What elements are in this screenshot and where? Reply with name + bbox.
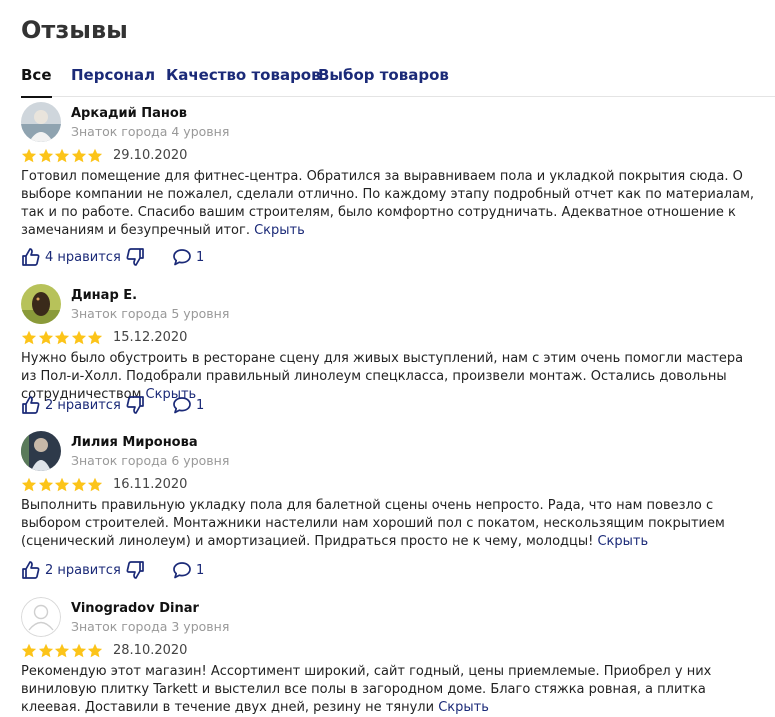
tab-all[interactable]: Все	[21, 66, 52, 98]
star-icon	[54, 643, 70, 659]
author-name[interactable]: Лилия Миронова	[71, 435, 198, 450]
author-level: Знаток города 4 уровня	[71, 124, 230, 139]
avatar[interactable]	[21, 102, 61, 142]
comment-icon	[173, 562, 191, 579]
thumbs-up-icon	[22, 396, 40, 414]
review-text: Рекомендую этот магазин! Ассортимент шир…	[21, 663, 761, 717]
comment-button[interactable]: 1	[172, 394, 204, 416]
likes-count: 4 нравится	[45, 249, 121, 265]
hide-link[interactable]: Скрыть	[597, 534, 648, 549]
dislike-button[interactable]	[125, 246, 145, 268]
comments-count: 1	[196, 562, 205, 578]
dislike-button[interactable]	[125, 559, 145, 581]
review-date: 29.10.2020	[113, 148, 188, 163]
author-level: Знаток города 6 уровня	[71, 453, 230, 468]
star-icon	[71, 330, 87, 346]
likes-count: 2 нравится	[45, 397, 121, 413]
star-icon	[54, 330, 70, 346]
star-icon	[38, 643, 54, 659]
tab-staff[interactable]: Персонал	[71, 66, 155, 84]
hide-link[interactable]: Скрыть	[254, 223, 305, 238]
star-icon	[38, 477, 54, 493]
review-text: Готовил помещение для фитнес-центра. Обр…	[21, 168, 761, 240]
avatar[interactable]	[21, 597, 61, 637]
author-name[interactable]: Динар Е.	[71, 288, 137, 303]
star-icon	[21, 330, 37, 346]
tab-product-choice[interactable]: Выбор товаров	[318, 66, 449, 84]
star-icon	[21, 148, 37, 164]
review-date: 15.12.2020	[113, 330, 188, 345]
like-button[interactable]: 2 нравится	[21, 559, 121, 581]
thumbs-down-icon	[126, 248, 144, 266]
comment-button[interactable]: 1	[172, 559, 204, 581]
review-item: Лилия Миронова Знаток города 6 уровня 16…	[21, 431, 761, 583]
star-rating	[21, 477, 104, 498]
review-body: Рекомендую этот магазин! Ассортимент шир…	[21, 664, 712, 715]
reviews-page: Отзывы Все Персонал Качество товаров Выб…	[0, 0, 775, 717]
tab-product-quality[interactable]: Качество товаров	[166, 66, 321, 84]
dislike-button[interactable]	[125, 394, 145, 416]
star-rating	[21, 330, 104, 351]
comments-count: 1	[196, 397, 205, 413]
review-item: Аркадий Панов Знаток города 4 уровня 29.…	[21, 102, 761, 270]
star-icon	[38, 330, 54, 346]
author-name[interactable]: Vinogradov Dinar	[71, 601, 199, 616]
review-actions: 4 нравится 1	[21, 246, 321, 268]
review-actions: 2 нравится 1	[21, 394, 321, 416]
hide-link[interactable]: Скрыть	[438, 700, 489, 715]
review-date: 16.11.2020	[113, 477, 188, 492]
thumbs-down-icon	[126, 396, 144, 414]
review-actions: 2 нравится 1	[21, 559, 321, 581]
likes-count: 2 нравится	[45, 562, 121, 578]
star-icon	[71, 643, 87, 659]
star-rating	[21, 643, 104, 664]
star-icon	[87, 643, 103, 659]
star-icon	[54, 477, 70, 493]
author-level: Знаток города 3 уровня	[71, 619, 230, 634]
star-icon	[87, 330, 103, 346]
like-button[interactable]: 2 нравится	[21, 394, 121, 416]
author-name[interactable]: Аркадий Панов	[71, 106, 187, 121]
star-icon	[87, 477, 103, 493]
star-icon	[21, 477, 37, 493]
like-button[interactable]: 4 нравится	[21, 246, 121, 268]
review-body: Готовил помещение для фитнес-центра. Обр…	[21, 169, 755, 238]
review-item: Vinogradov Dinar Знаток города 3 уровня …	[21, 597, 761, 717]
tabs-bar: Все Персонал Качество товаров Выбор това…	[21, 66, 775, 98]
avatar[interactable]	[21, 431, 61, 471]
review-text: Выполнить правильную укладку пола для ба…	[21, 497, 761, 551]
author-level: Знаток города 5 уровня	[71, 306, 230, 321]
thumbs-up-icon	[22, 561, 40, 579]
page-title: Отзывы	[21, 16, 128, 44]
comment-button[interactable]: 1	[172, 246, 204, 268]
thumbs-up-icon	[22, 248, 40, 266]
comment-icon	[173, 249, 191, 266]
star-rating	[21, 148, 104, 169]
star-icon	[71, 148, 87, 164]
star-icon	[54, 148, 70, 164]
review-date: 28.10.2020	[113, 643, 188, 658]
star-icon	[38, 148, 54, 164]
avatar[interactable]	[21, 284, 61, 324]
star-icon	[21, 643, 37, 659]
review-item: Динар Е. Знаток города 5 уровня 15.12.20…	[21, 284, 761, 418]
comments-count: 1	[196, 249, 205, 265]
star-icon	[71, 477, 87, 493]
star-icon	[87, 148, 103, 164]
default-avatar-icon	[21, 597, 61, 637]
thumbs-down-icon	[126, 561, 144, 579]
comment-icon	[173, 397, 191, 414]
